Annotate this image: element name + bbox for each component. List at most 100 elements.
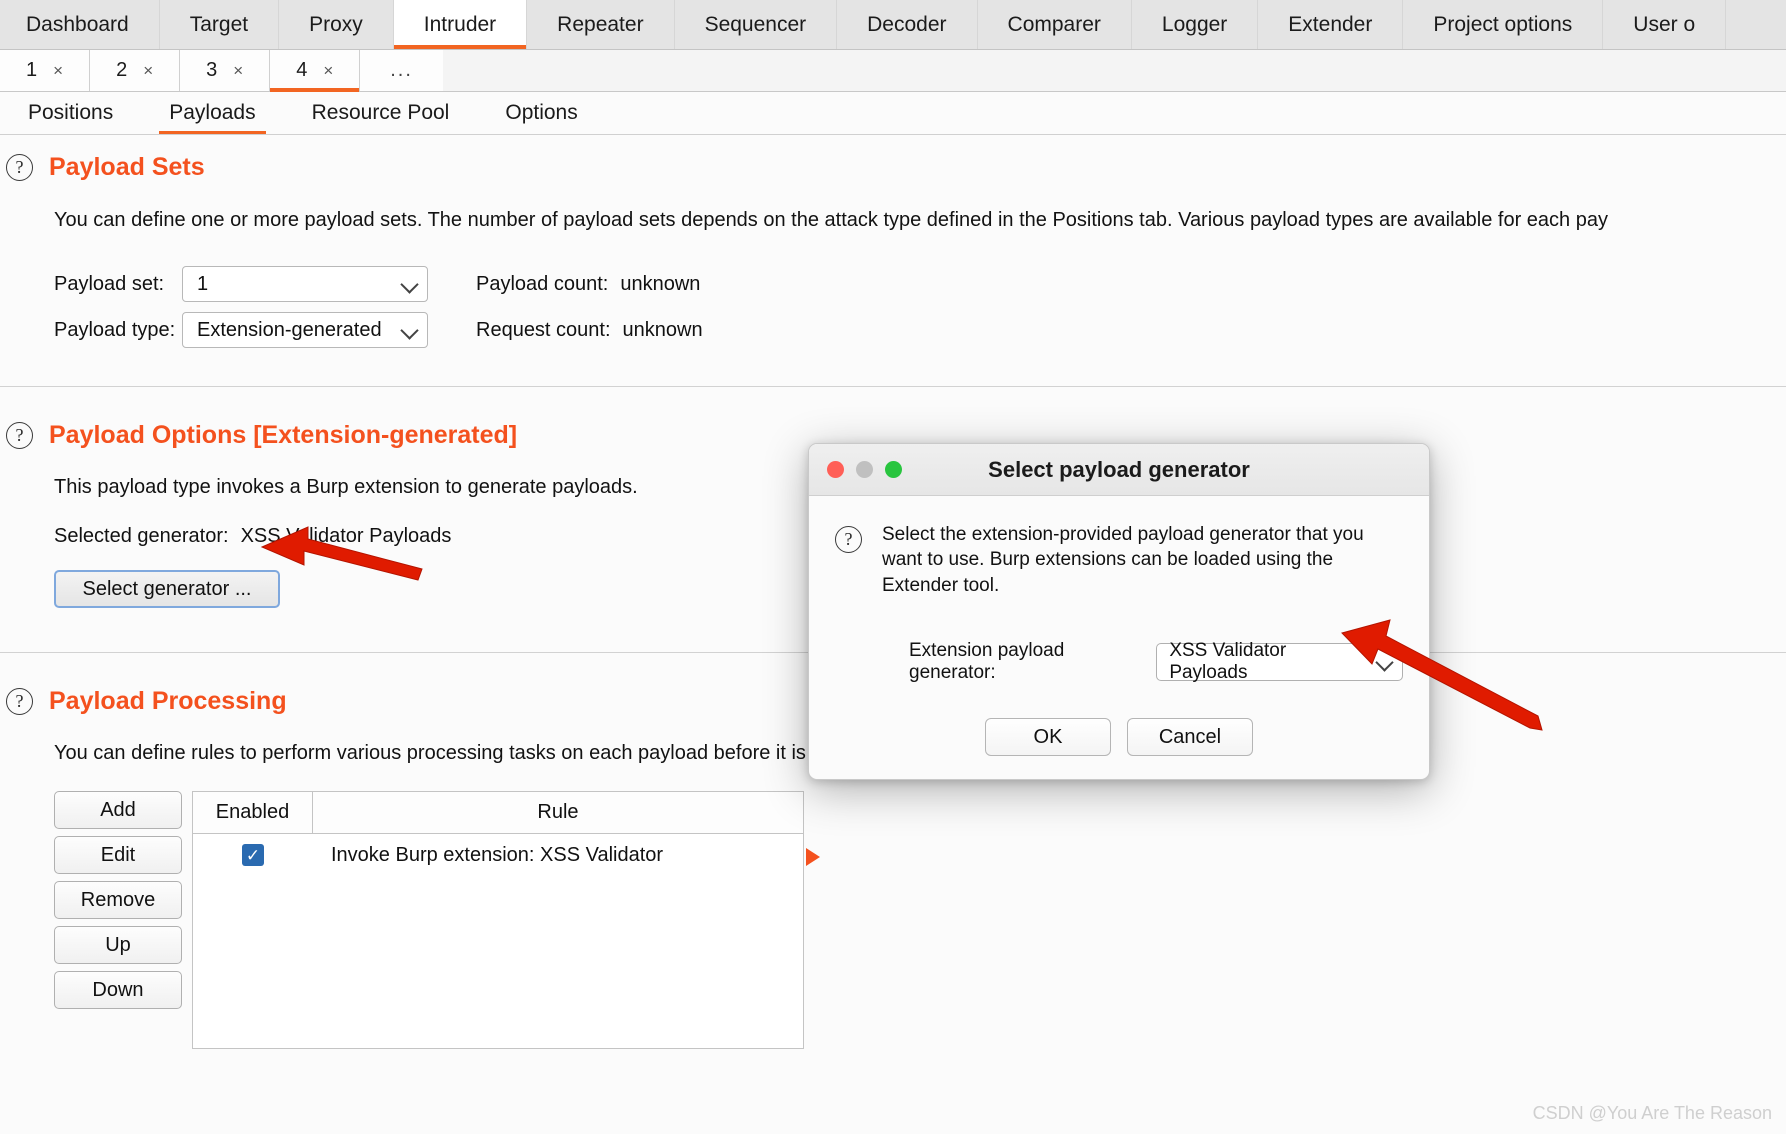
- payload-set-value: 1: [197, 272, 209, 295]
- payload-type-select[interactable]: Extension-generated: [182, 312, 428, 348]
- button-label: Down: [92, 978, 144, 1001]
- tab-label: Project options: [1433, 12, 1573, 36]
- tab-label: Comparer: [1007, 12, 1101, 36]
- move-rule-down-button[interactable]: Down: [54, 971, 182, 1009]
- dialog-description-row: ? Select the extension-provided payload …: [835, 522, 1403, 598]
- attack-tab-label: 1: [26, 59, 38, 81]
- attack-tab-1[interactable]: 1 ×: [0, 50, 91, 91]
- attack-tab-2[interactable]: 2 ×: [90, 50, 181, 91]
- payload-count-label: Payload count:: [476, 272, 609, 295]
- tab-label: Decoder: [867, 12, 947, 36]
- edit-rule-button[interactable]: Edit: [54, 836, 182, 874]
- main-tab-bar: Dashboard Target Proxy Intruder Repeater…: [0, 0, 1786, 50]
- button-label: OK: [1033, 725, 1063, 748]
- cancel-button[interactable]: Cancel: [1127, 718, 1253, 757]
- payload-processing-button-column: Add Edit Remove Up Down: [54, 791, 182, 1009]
- tab-label: Dashboard: [26, 12, 129, 36]
- close-icon[interactable]: ×: [323, 61, 333, 81]
- attack-tab-label: 2: [116, 59, 128, 81]
- payload-type-label: Payload type:: [54, 318, 176, 341]
- attack-tab-label: 3: [206, 59, 218, 81]
- payload-set-label: Payload set:: [54, 272, 165, 295]
- select-generator-button[interactable]: Select generator ...: [54, 570, 280, 608]
- tab-label: Proxy: [309, 12, 363, 36]
- button-label: Up: [105, 933, 131, 956]
- payload-options-title: Payload Options [Extension-generated]: [49, 421, 518, 449]
- payload-type-row: Payload type: Extension-generated Reques…: [54, 310, 1786, 350]
- tab-intruder[interactable]: Intruder: [393, 0, 528, 49]
- close-icon[interactable]: ×: [53, 61, 63, 81]
- tab-proxy[interactable]: Proxy: [279, 0, 394, 49]
- payload-processing-title: Payload Processing: [49, 687, 287, 715]
- ok-button[interactable]: OK: [985, 718, 1111, 757]
- subtab-label: Positions: [28, 101, 114, 124]
- close-icon[interactable]: ×: [143, 61, 153, 81]
- selected-generator-value: XSS Validator Payloads: [240, 525, 452, 547]
- subtab-positions[interactable]: Positions: [0, 92, 141, 134]
- question-icon[interactable]: ?: [6, 688, 33, 715]
- tab-target[interactable]: Target: [160, 0, 280, 49]
- payload-type-value: Extension-generated: [197, 318, 382, 341]
- button-label: Remove: [80, 888, 156, 911]
- subtab-resource-pool[interactable]: Resource Pool: [284, 92, 478, 134]
- rule-text-cell: Invoke Burp extension: XSS Validator: [331, 843, 664, 866]
- subtab-options[interactable]: Options: [477, 92, 605, 134]
- select-payload-generator-dialog: Select payload generator ? Select the ex…: [808, 443, 1430, 780]
- payload-sub-tab-bar: Positions Payloads Resource Pool Options: [0, 92, 1786, 135]
- question-icon[interactable]: ?: [6, 154, 33, 181]
- tab-label: User o: [1633, 12, 1696, 36]
- chevron-down-icon: [401, 275, 419, 293]
- payload-count-value: unknown: [620, 272, 701, 295]
- dialog-description: Select the extension-provided payload ge…: [882, 524, 1364, 596]
- question-icon[interactable]: ?: [6, 422, 33, 449]
- tab-logger[interactable]: Logger: [1132, 0, 1259, 49]
- attack-tab-filler: [442, 50, 1786, 91]
- tab-sequencer[interactable]: Sequencer: [675, 0, 838, 49]
- attack-tab-4[interactable]: 4 ×: [270, 50, 361, 92]
- column-header-enabled[interactable]: Enabled: [193, 792, 313, 833]
- payload-processing-rules-table: Enabled Rule ✓ Invoke Burp extension: XS…: [192, 791, 804, 1049]
- chevron-down-icon: [1376, 653, 1394, 671]
- tab-user-options[interactable]: User o: [1603, 0, 1727, 49]
- question-icon[interactable]: ?: [835, 526, 862, 553]
- tab-repeater[interactable]: Repeater: [527, 0, 675, 49]
- close-icon[interactable]: ×: [233, 61, 243, 81]
- payload-sets-section: ? Payload Sets You can define one or mor…: [0, 135, 1786, 350]
- attack-tab-bar: 1 × 2 × 3 × 4 × ...: [0, 50, 1786, 92]
- button-label: Cancel: [1158, 725, 1222, 748]
- generator-field-row: Extension payload generator: XSS Validat…: [835, 640, 1403, 684]
- column-header-rule[interactable]: Rule: [313, 792, 803, 833]
- payload-sets-description: You can define one or more payload sets.…: [54, 209, 1608, 231]
- request-count-label: Request count:: [476, 318, 611, 341]
- tab-label: Repeater: [557, 12, 644, 36]
- tab-comparer[interactable]: Comparer: [978, 0, 1132, 49]
- tab-project-options[interactable]: Project options: [1403, 0, 1604, 49]
- button-label: Add: [100, 798, 136, 821]
- tab-label: Sequencer: [704, 12, 807, 36]
- subtab-label: Resource Pool: [311, 101, 450, 124]
- payload-sets-title: Payload Sets: [49, 153, 205, 181]
- chevron-down-icon: [401, 321, 419, 339]
- select-generator-label: Select generator ...: [82, 577, 252, 600]
- move-rule-up-button[interactable]: Up: [54, 926, 182, 964]
- add-rule-button[interactable]: Add: [54, 791, 182, 829]
- attack-tab-overflow[interactable]: ...: [360, 50, 443, 91]
- payload-set-row: Payload set: 1 Payload count: unknown: [54, 264, 1786, 304]
- watermark-text: CSDN @You Are The Reason: [1532, 1103, 1772, 1123]
- payload-set-select[interactable]: 1: [182, 266, 428, 302]
- selected-generator-label: Selected generator:: [54, 525, 229, 547]
- tab-dashboard[interactable]: Dashboard: [0, 0, 160, 49]
- subtab-payloads[interactable]: Payloads: [141, 92, 283, 134]
- tab-extender[interactable]: Extender: [1258, 0, 1404, 49]
- tab-decoder[interactable]: Decoder: [837, 0, 978, 49]
- rule-enabled-cell[interactable]: ✓: [193, 844, 313, 866]
- tab-label: Target: [189, 12, 249, 36]
- checkbox-checked-icon[interactable]: ✓: [242, 844, 264, 866]
- extension-payload-generator-select[interactable]: XSS Validator Payloads: [1156, 640, 1403, 683]
- tab-label: Logger: [1161, 12, 1228, 36]
- remove-rule-button[interactable]: Remove: [54, 881, 182, 919]
- button-label: Edit: [100, 843, 136, 866]
- table-row[interactable]: ✓ Invoke Burp extension: XSS Validator: [193, 834, 803, 876]
- subtab-label: Options: [505, 101, 578, 124]
- attack-tab-3[interactable]: 3 ×: [180, 50, 271, 91]
